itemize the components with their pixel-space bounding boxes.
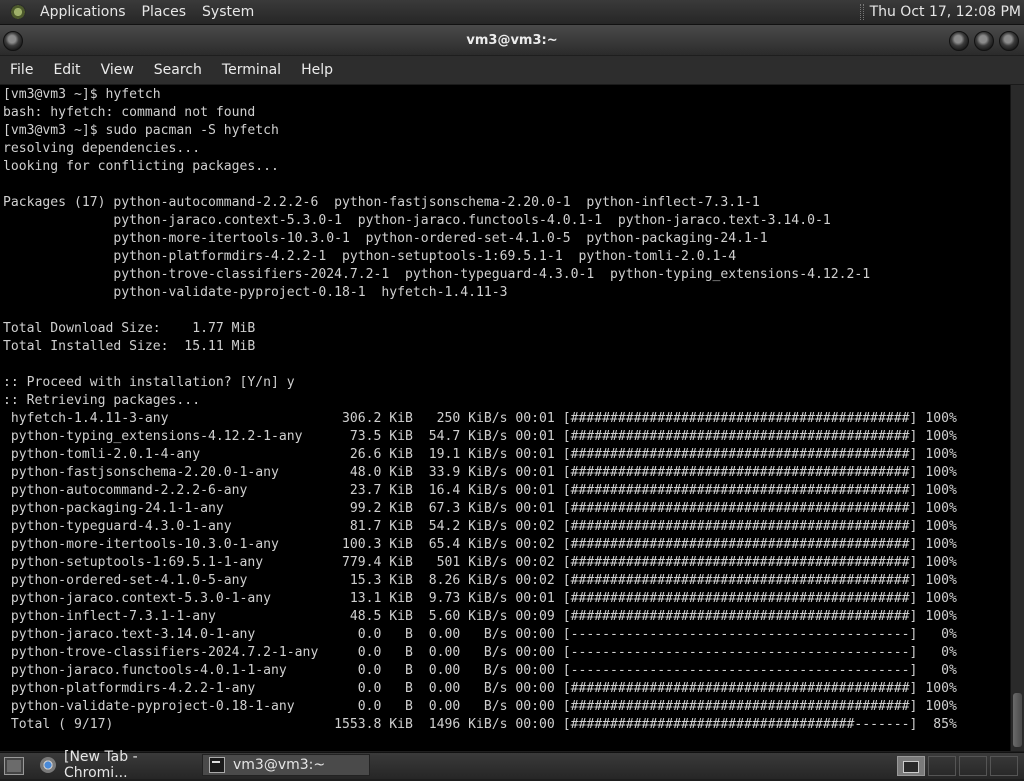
workspace-4[interactable]	[990, 756, 1018, 776]
taskbar-item-label: [New Tab - Chromi...	[64, 749, 138, 781]
menu-view[interactable]: View	[91, 56, 144, 84]
maximize-button[interactable]	[974, 31, 994, 51]
panel-separator	[859, 4, 864, 20]
panel-clock[interactable]: Thu Oct 17, 12:08 PM	[870, 4, 1024, 20]
terminal-text: [vm3@vm3 ~]$ hyfetch bash: hyfetch: comm…	[3, 87, 957, 732]
applications-logo-icon[interactable]	[10, 4, 26, 20]
menu-terminal[interactable]: Terminal	[212, 56, 291, 84]
minimize-button[interactable]	[949, 31, 969, 51]
taskbar-item-terminal[interactable]: vm3@vm3:~	[202, 754, 370, 776]
window-title: vm3@vm3:~	[466, 33, 558, 48]
workspace-1[interactable]	[897, 756, 925, 776]
terminal-scrollbar[interactable]	[1010, 85, 1024, 751]
workspace-2[interactable]	[928, 756, 956, 776]
bottom-taskbar: [New Tab - Chromi... vm3@vm3:~	[0, 749, 1024, 781]
taskbar-item-label: vm3@vm3:~	[233, 757, 326, 773]
menu-search[interactable]: Search	[144, 56, 212, 84]
menu-file[interactable]: File	[0, 56, 43, 84]
terminal-output-area[interactable]: [vm3@vm3 ~]$ hyfetch bash: hyfetch: comm…	[0, 85, 1010, 751]
scrollbar-thumb[interactable]	[1013, 693, 1022, 747]
workspace-3[interactable]	[959, 756, 987, 776]
show-desktop-icon[interactable]	[4, 757, 24, 775]
chromium-icon	[40, 757, 56, 773]
panel-menu-system[interactable]: System	[194, 0, 262, 24]
menu-edit[interactable]: Edit	[43, 56, 90, 84]
terminal-menubar: File Edit View Search Terminal Help	[0, 56, 1024, 85]
panel-menu-applications[interactable]: Applications	[32, 0, 134, 24]
panel-menu-places[interactable]: Places	[134, 0, 195, 24]
menu-help[interactable]: Help	[291, 56, 343, 84]
terminal-icon	[209, 757, 225, 773]
window-titlebar[interactable]: vm3@vm3:~	[0, 25, 1024, 55]
top-panel: Applications Places System Thu Oct 17, 1…	[0, 0, 1024, 25]
taskbar-item-chromium[interactable]: [New Tab - Chromi...	[33, 749, 199, 781]
close-button[interactable]	[999, 31, 1019, 51]
